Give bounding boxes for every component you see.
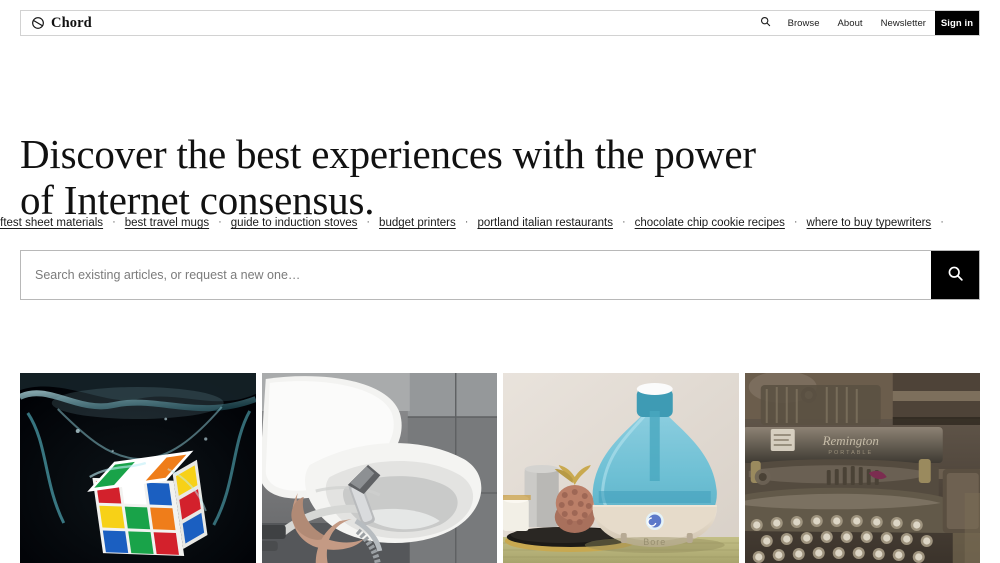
header-spacer — [92, 11, 753, 35]
search-icon — [760, 14, 771, 32]
nav-item-browse[interactable]: Browse — [779, 11, 829, 35]
search-bar — [20, 250, 980, 300]
page-title: Discover the best experiences with the p… — [20, 132, 820, 224]
ticker-item[interactable]: budget printers — [379, 217, 456, 229]
headline-line-1: Discover the best experiences with the p… — [20, 131, 756, 178]
chord-circle-logo-icon — [31, 16, 45, 30]
card-humidifier[interactable]: Bore — [503, 373, 739, 563]
ticker-item[interactable]: best travel mugs — [125, 217, 209, 229]
sign-in-button[interactable]: Sign in — [935, 11, 979, 35]
ticker-separator: · — [940, 216, 944, 228]
card-bidet-sprayer-toilet[interactable] — [261, 373, 497, 563]
header-nav: Browse About Newsletter Sign in — [753, 11, 979, 35]
ticker-separator: · — [793, 216, 798, 228]
featured-image-grid: Bore Remington PORTABLE — [20, 373, 980, 563]
ticker-item[interactable]: softest sheet materials — [0, 217, 103, 229]
page-root: Chord Browse About Newsletter Sign in Di… — [0, 0, 1000, 563]
search-icon — [947, 265, 964, 285]
ticker-item[interactable]: portland italian restaurants — [477, 217, 613, 229]
svg-text:PORTABLE: PORTABLE — [828, 450, 873, 456]
brand-name: Chord — [51, 14, 92, 31]
ticker-item[interactable]: guide to induction stoves — [231, 217, 358, 229]
search-submit-button[interactable] — [931, 251, 979, 299]
ticker-item[interactable]: where to buy typewriters — [807, 217, 932, 229]
trending-topics-ticker: softest sheet materials · best travel mugs… — [0, 213, 1000, 233]
ticker-separator: · — [621, 216, 626, 228]
ticker-separator: · — [218, 216, 222, 228]
svg-text:Remington: Remington — [821, 433, 878, 448]
ticker-separator: · — [366, 216, 371, 228]
header-search-icon-button[interactable] — [753, 11, 779, 35]
search-input[interactable] — [21, 251, 931, 299]
card-rubiks-cube-water[interactable] — [20, 373, 256, 563]
ticker-item[interactable]: chocolate chip cookie recipes — [635, 217, 785, 229]
brand-logo[interactable]: Chord — [21, 11, 92, 35]
ticker-track: softest sheet materials · best travel mugs… — [0, 216, 953, 229]
nav-item-about[interactable]: About — [829, 11, 872, 35]
ticker-separator: · — [112, 216, 116, 228]
ticker-separator: · — [464, 216, 469, 228]
site-header: Chord Browse About Newsletter Sign in — [20, 10, 980, 36]
nav-item-newsletter[interactable]: Newsletter — [872, 11, 935, 35]
card-vintage-typewriter[interactable]: Remington PORTABLE — [744, 373, 980, 563]
